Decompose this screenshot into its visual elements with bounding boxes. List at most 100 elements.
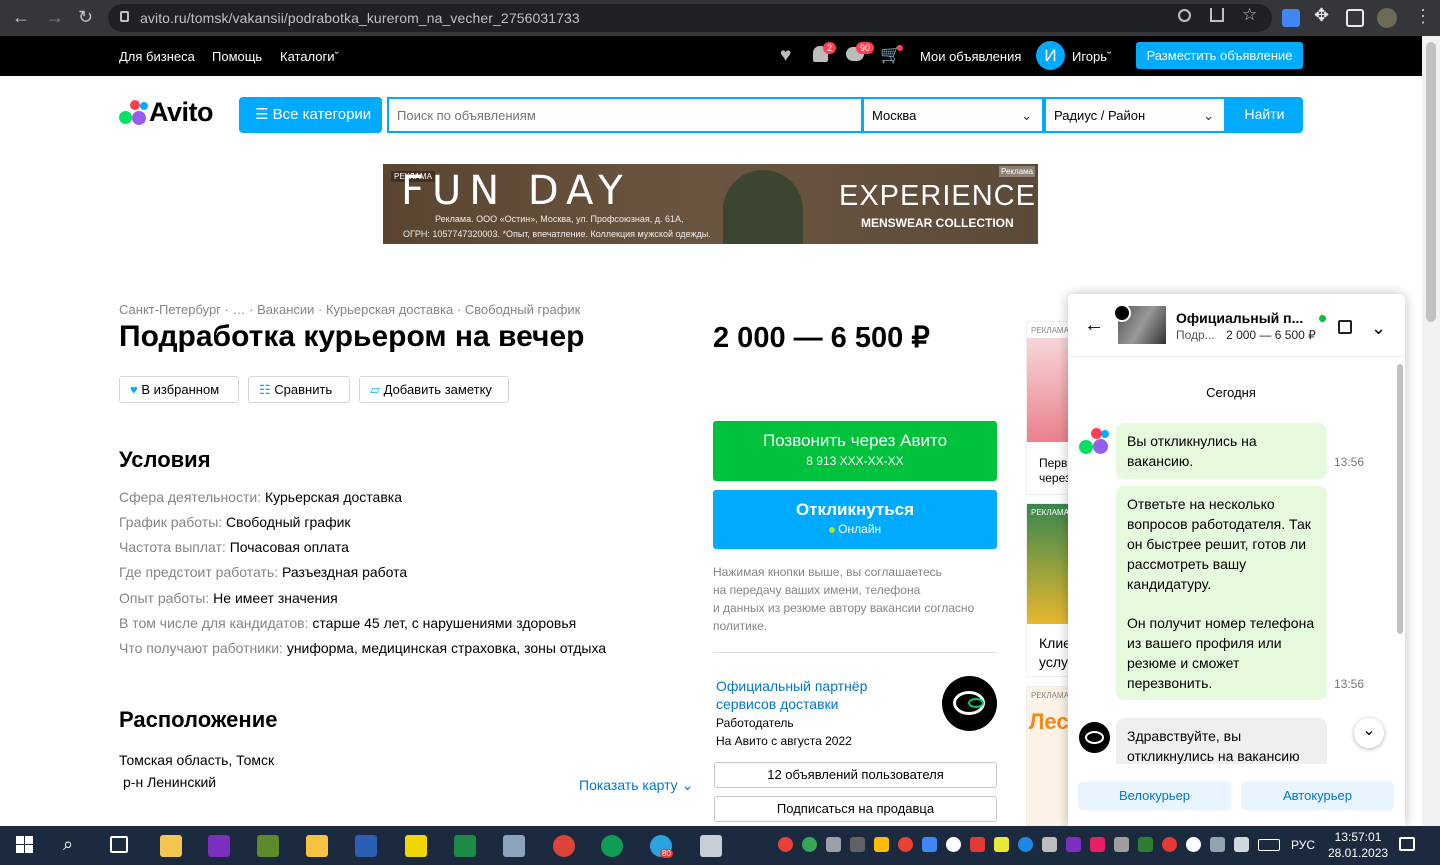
- spreadsheet-icon[interactable]: [454, 835, 476, 857]
- search-icon[interactable]: ⌕: [63, 834, 73, 855]
- catalogs-link[interactable]: Каталогиˇ: [280, 49, 339, 64]
- tray-app-icon[interactable]: [1162, 837, 1177, 852]
- user-avatar[interactable]: И: [1036, 41, 1065, 70]
- city-select[interactable]: Москва ⌄: [862, 97, 1044, 133]
- chat-back-icon[interactable]: ←: [1084, 314, 1104, 337]
- radius-select[interactable]: Радиус / Район ⌄: [1044, 97, 1226, 133]
- app-icon[interactable]: [503, 835, 525, 857]
- quick-reply-chip[interactable]: Велокурьер: [1078, 782, 1231, 810]
- bookmark-star-icon[interactable]: ☆: [1242, 5, 1257, 25]
- favorite-button[interactable]: ♥ В избранном: [119, 376, 239, 403]
- reload-icon[interactable]: ↻: [78, 8, 93, 26]
- notification-center-icon[interactable]: [1399, 837, 1415, 851]
- share-icon[interactable]: [1210, 8, 1224, 22]
- help-link[interactable]: Помощь: [212, 49, 262, 64]
- chrome-profile-icon[interactable]: [601, 835, 623, 857]
- input-language[interactable]: РУС: [1291, 838, 1315, 852]
- avito-logo-text[interactable]: Avito: [149, 97, 214, 128]
- tray-network-icon[interactable]: [1210, 837, 1225, 852]
- tray-printer-icon[interactable]: [850, 837, 865, 852]
- chevron-down-icon: ˇ: [1107, 49, 1112, 64]
- breadcrumb-item[interactable]: …: [233, 302, 246, 317]
- search-input[interactable]: [387, 97, 863, 133]
- seller-ads-button[interactable]: 12 объявлений пользователя: [714, 762, 997, 788]
- tray-steam-icon[interactable]: [946, 837, 961, 852]
- scroll-down-button[interactable]: ⌄: [1354, 718, 1384, 748]
- clock[interactable]: 13:57:01 28.01.2023: [1328, 829, 1388, 861]
- breadcrumb-item[interactable]: Курьерская доставка: [326, 302, 453, 317]
- find-button[interactable]: Найти: [1226, 97, 1303, 133]
- business-link[interactable]: Для бизнеса: [119, 49, 195, 64]
- reply-button[interactable]: Откликнуться Онлайн: [713, 490, 997, 549]
- price: 2 000 — 6 500 ₽: [713, 322, 930, 354]
- file-explorer-notes-icon[interactable]: [160, 835, 182, 857]
- sticky-notes-icon[interactable]: [405, 835, 427, 857]
- tray-arrows-icon[interactable]: [1042, 837, 1057, 852]
- forward-icon[interactable]: →: [46, 8, 64, 26]
- tray-record-icon[interactable]: [898, 837, 913, 852]
- page-scrollbar[interactable]: [1422, 36, 1440, 826]
- sidepanel-icon[interactable]: [1346, 9, 1364, 27]
- tray-sync-icon[interactable]: [1018, 837, 1033, 852]
- tray-check-icon[interactable]: [994, 837, 1009, 852]
- subscribe-button[interactable]: Подписаться на продавца: [714, 796, 997, 822]
- district: р-н Ленинский: [123, 774, 217, 790]
- ad-banner[interactable]: РЕКЛАМА FUN DAY Реклама. ООО «Остин», Мо…: [383, 164, 1038, 244]
- user-menu[interactable]: Игорьˇ: [1072, 49, 1111, 64]
- tray-snip-icon[interactable]: [922, 837, 937, 852]
- folder-icon[interactable]: [306, 835, 328, 857]
- avito-logo-icon[interactable]: [119, 99, 149, 127]
- calculator-icon[interactable]: [700, 835, 722, 857]
- seller-info: Работодатель На Авито с августа 2022: [716, 714, 852, 750]
- chevron-down-icon: ⌄: [1203, 108, 1214, 123]
- extensions-puzzle-icon[interactable]: ✥: [1314, 5, 1329, 26]
- tray-app-icon[interactable]: [1090, 837, 1105, 852]
- chat-scrollbar[interactable]: [1397, 364, 1403, 634]
- profile-avatar[interactable]: [1377, 8, 1397, 28]
- chrome-icon[interactable]: [553, 835, 575, 857]
- condition-value: Курьерская доставка: [264, 489, 402, 505]
- task-view-icon[interactable]: [110, 836, 128, 853]
- tray-monitor-icon[interactable]: [826, 837, 841, 852]
- tray-app-icon[interactable]: [970, 837, 985, 852]
- masked-phone: 8 913 XXX-XX-XX: [806, 454, 904, 468]
- quick-reply-chip[interactable]: Автокурьер: [1241, 782, 1394, 810]
- open-fullscreen-icon[interactable]: [1338, 320, 1352, 334]
- favorites-heart-icon[interactable]: ♥: [780, 45, 791, 67]
- onenote-icon[interactable]: [208, 835, 230, 857]
- tray-app-icon[interactable]: [778, 837, 793, 852]
- post-ad-button[interactable]: Разместить объявление: [1136, 42, 1303, 69]
- chart-app-icon[interactable]: [257, 835, 279, 857]
- translate-extension-icon[interactable]: [1282, 9, 1300, 27]
- show-map-link[interactable]: Показать карту ⌄: [579, 777, 693, 794]
- tray-shield-icon[interactable]: [802, 837, 817, 852]
- keyboard-icon[interactable]: [1258, 839, 1280, 851]
- seller-name-link[interactable]: Официальный партнёр сервисов доставки: [716, 677, 867, 713]
- tray-app-icon[interactable]: [1186, 837, 1201, 852]
- tray-volume-icon[interactable]: [1234, 837, 1249, 852]
- seller-avatar[interactable]: [942, 676, 997, 731]
- my-ads-link[interactable]: Мои объявления: [920, 49, 1021, 64]
- compare-button[interactable]: ☷ Сравнить: [248, 376, 350, 403]
- zoom-icon[interactable]: [1178, 9, 1191, 22]
- word-icon[interactable]: [355, 835, 377, 857]
- windows-start-icon[interactable]: [16, 836, 33, 853]
- collapse-chevron-icon[interactable]: ⌄: [1371, 318, 1386, 339]
- tray-onenote-icon[interactable]: [1066, 837, 1081, 852]
- condition-label: Где предстоит работать:: [119, 564, 279, 580]
- tray-fx-icon[interactable]: [1138, 837, 1153, 852]
- call-button[interactable]: Позвонить через Авито 8 913 XXX-XX-XX: [713, 421, 997, 481]
- tray-notes-icon[interactable]: [874, 837, 889, 852]
- seller-name-line: сервисов доставки: [716, 696, 839, 712]
- breadcrumb-item[interactable]: Вакансии: [257, 302, 314, 317]
- scrollbar-thumb[interactable]: [1426, 42, 1436, 322]
- add-note-button[interactable]: ▱ Добавить заметку: [359, 376, 509, 403]
- back-icon[interactable]: ←: [12, 8, 30, 26]
- all-categories-button[interactable]: ☰ Все категории: [239, 97, 382, 133]
- banner-ad-label: Реклама: [999, 166, 1036, 177]
- tray-app-icon[interactable]: [1114, 837, 1129, 852]
- breadcrumb-item[interactable]: Санкт-Петербург: [119, 302, 221, 317]
- breadcrumb-item[interactable]: Свободный график: [465, 302, 581, 317]
- address-bar[interactable]: avito.ru/tomsk/vakansii/podrabotka_kurer…: [108, 4, 1272, 32]
- browser-menu-icon[interactable]: ⋮: [1414, 7, 1432, 25]
